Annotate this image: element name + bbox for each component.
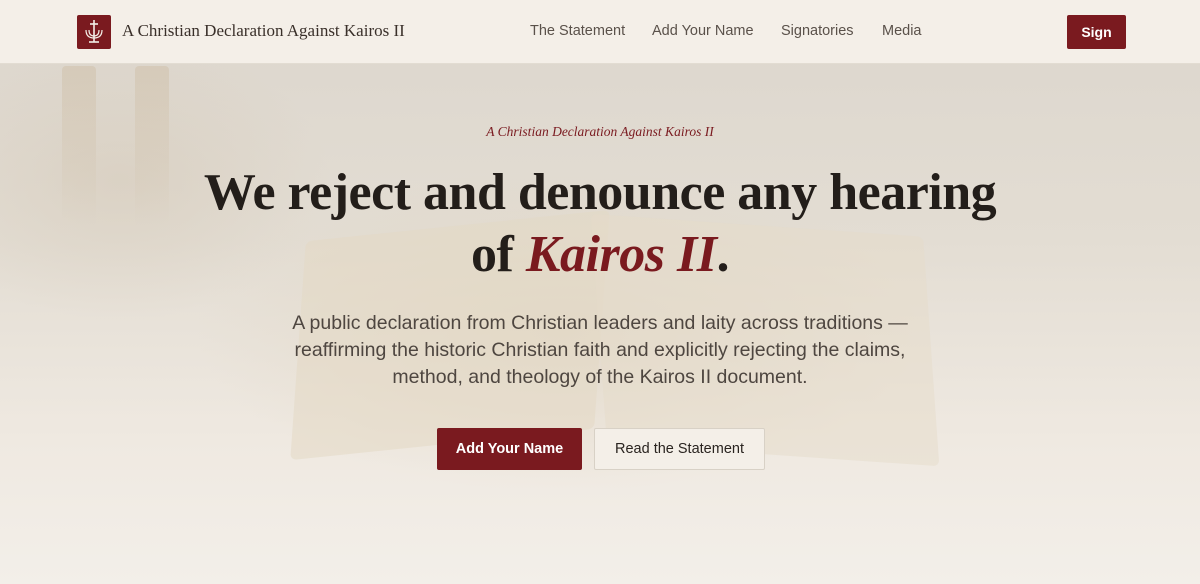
headline-period: . bbox=[716, 226, 729, 283]
nav-item-media[interactable]: Media bbox=[882, 23, 922, 39]
hero-headline: We reject and denounce any hearing of Ka… bbox=[150, 162, 1050, 286]
background-candle bbox=[62, 66, 96, 226]
nav-item-add-your-name[interactable]: Add Your Name bbox=[652, 23, 754, 39]
headline-prefix: of bbox=[471, 226, 526, 283]
menorah-cross-icon[interactable] bbox=[77, 15, 111, 49]
sign-button[interactable]: Sign bbox=[1067, 15, 1126, 49]
add-your-name-button[interactable]: Add Your Name bbox=[437, 428, 582, 470]
nav-item-statement[interactable]: The Statement bbox=[530, 23, 625, 39]
read-statement-button[interactable]: Read the Statement bbox=[594, 428, 765, 470]
hero-background bbox=[0, 0, 1200, 584]
site-header: A Christian Declaration Against Kairos I… bbox=[0, 0, 1200, 64]
hero-subtitle: A public declaration from Christian lead… bbox=[292, 312, 908, 388]
headline-emphasis: Kairos II bbox=[525, 226, 717, 283]
hero-eyebrow: A Christian Declaration Against Kairos I… bbox=[486, 124, 714, 139]
site-brand[interactable]: A Christian Declaration Against Kairos I… bbox=[122, 21, 405, 41]
headline-line-1: We reject and denounce any hearing bbox=[203, 164, 997, 221]
nav-item-signatories[interactable]: Signatories bbox=[781, 23, 854, 39]
